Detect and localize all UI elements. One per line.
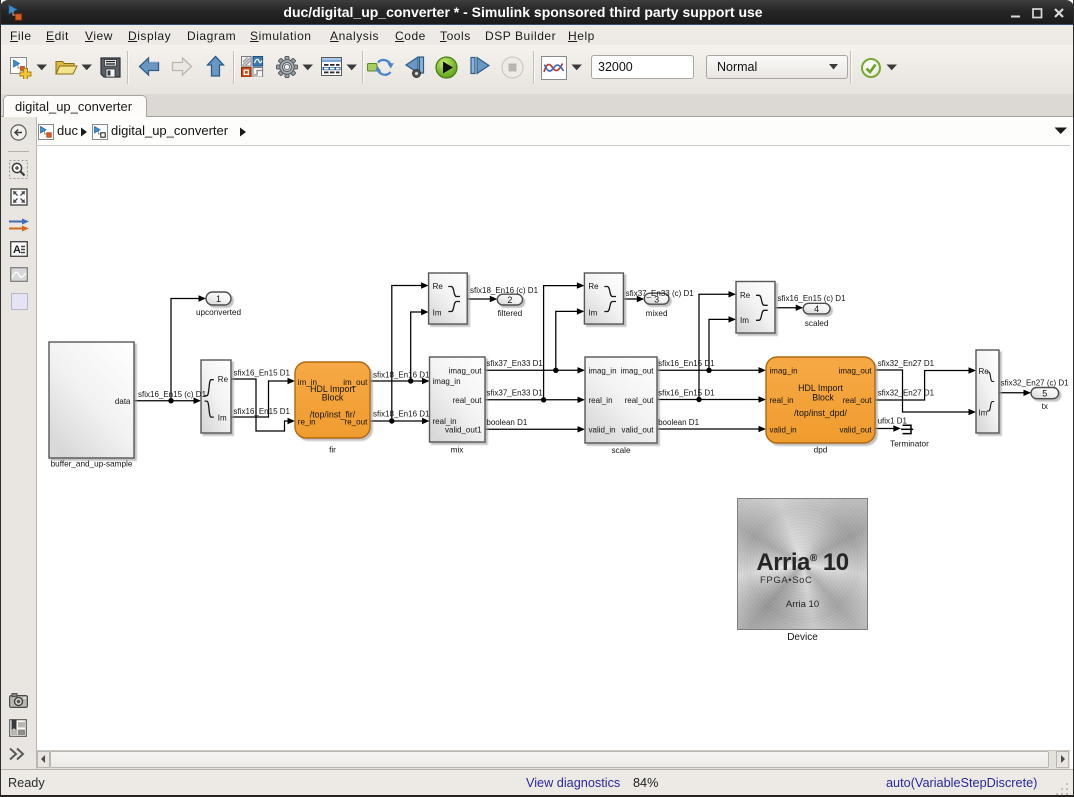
svg-text:valid_out1: valid_out1 [445,426,482,435]
svg-text:Block: Block [812,392,834,402]
svg-text:Block: Block [322,392,344,402]
svg-text:valid_out: valid_out [621,425,654,434]
svg-text:sfix16_En15 D1: sfix16_En15 D1 [658,388,715,397]
svg-text:sfix18_En16 D1: sfix18_En16 D1 [373,409,430,418]
svg-text:Re: Re [588,282,599,291]
svg-text:valid_in: valid_in [770,425,797,434]
svg-text:real_in: real_in [589,396,613,405]
svg-text:mixed: mixed [646,309,668,318]
svg-text:tx: tx [1042,402,1048,411]
svg-text:buffer_and_up-sample: buffer_and_up-sample [51,460,133,469]
svg-text:real_out: real_out [453,396,483,405]
svg-text:fir: fir [329,446,336,455]
svg-text:imag_out: imag_out [621,367,655,376]
svg-text:A: A [13,244,21,256]
svg-text:sfix18_En16 (c) D1: sfix18_En16 (c) D1 [470,286,539,295]
svg-text:Terminator: Terminator [890,440,929,449]
svg-text:sfix16_En15 (c) D1: sfix16_En15 (c) D1 [778,294,847,303]
svg-text:Im: Im [740,316,749,325]
svg-text:data: data [115,397,131,406]
svg-text:sfix32_En27 D1: sfix32_En27 D1 [878,359,935,368]
svg-text:sfix37_En33 D1: sfix37_En33 D1 [486,359,543,368]
svg-text:imag_out: imag_out [449,367,483,376]
svg-text:valid_in: valid_in [589,425,616,434]
svg-text:sfix37_En33 (c) D1: sfix37_En33 (c) D1 [626,289,695,298]
svg-text:real_in: real_in [770,396,794,405]
svg-text:4: 4 [814,304,819,314]
svg-text:imag_in: imag_in [589,367,617,376]
svg-text:valid_out: valid_out [839,425,872,434]
svg-text:Im: Im [218,413,227,422]
svg-text:Re: Re [218,375,229,384]
svg-text:imag_out: imag_out [839,367,873,376]
svg-text:real_out: real_out [625,396,655,405]
svg-text:sfix32_En27 (c) D1: sfix32_En27 (c) D1 [1001,379,1070,388]
svg-text:5: 5 [1042,389,1047,399]
svg-text:mix: mix [451,446,464,455]
svg-text:upconverted: upconverted [196,308,242,317]
svg-text:real_out: real_out [843,396,873,405]
svg-text:ufix1 D1: ufix1 D1 [878,416,908,425]
svg-text:/top/inst_dpd/: /top/inst_dpd/ [794,408,847,418]
svg-text:filtered: filtered [498,309,523,318]
svg-text:Re: Re [740,291,751,300]
svg-text:sfix16_En15 D1: sfix16_En15 D1 [234,369,291,378]
svg-text:Im: Im [979,409,988,418]
svg-text:scaled: scaled [805,319,829,328]
svg-text:sfix16_En15 D1: sfix16_En15 D1 [658,359,715,368]
svg-text:scale: scale [611,446,631,455]
svg-text:boolean D1: boolean D1 [658,418,699,427]
svg-text:Im: Im [433,309,442,318]
svg-text:Re: Re [433,282,444,291]
svg-text:boolean D1: boolean D1 [486,418,527,427]
svg-text:Im: Im [588,309,597,318]
svg-text:imag_in: imag_in [770,367,798,376]
svg-text:re_in: re_in [298,417,316,426]
svg-text:sfix37_En33 D1: sfix37_En33 D1 [486,389,543,398]
svg-text:2: 2 [507,295,512,305]
svg-text:sfix32_En27 D1: sfix32_En27 D1 [878,389,935,398]
svg-text:Re: Re [979,367,990,376]
svg-text:imag_in: imag_in [433,377,461,386]
svg-text:sfix16_En15 D1: sfix16_En15 D1 [234,407,291,416]
svg-text:sfix18_En16 D1: sfix18_En16 D1 [373,371,430,380]
svg-text:re_out: re_out [345,417,368,426]
svg-text:1: 1 [216,294,221,304]
svg-text:dpd: dpd [814,446,828,455]
svg-text:sfix16_En15 (c) D1: sfix16_En15 (c) D1 [138,390,207,399]
